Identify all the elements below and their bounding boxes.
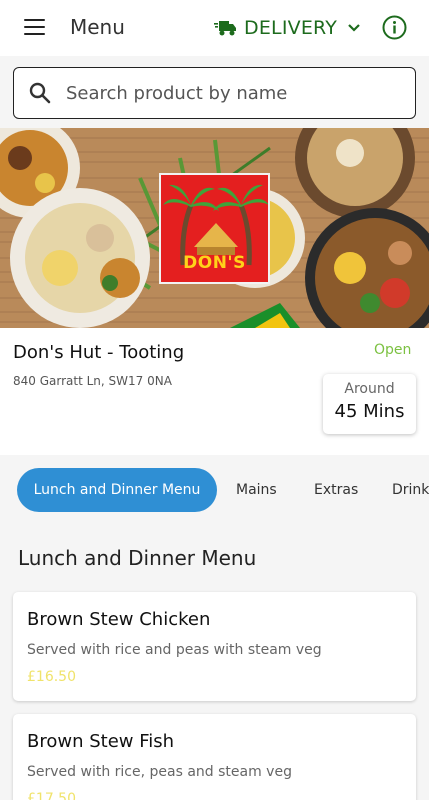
store-logo: DON'S [159, 173, 270, 284]
section-title: Lunch and Dinner Menu [18, 546, 257, 570]
tab-drinks[interactable]: Drinks [392, 468, 429, 512]
product-card[interactable]: Brown Stew Fish Served with rice, peas a… [13, 714, 416, 800]
search-icon [29, 82, 51, 104]
product-name: Brown Stew Fish [27, 731, 175, 752]
page-title: Menu [70, 15, 125, 39]
product-name: Brown Stew Chicken [27, 609, 211, 630]
delivery-mode-selector[interactable]: DELIVERY [214, 14, 361, 42]
search-bar [13, 67, 416, 119]
product-description: Served with rice and peas with steam veg [27, 642, 322, 658]
delivery-truck-icon [214, 21, 236, 36]
tab-mains[interactable]: Mains [236, 468, 277, 512]
category-tabs: Lunch and Dinner Menu Mains Extras Drink… [0, 466, 429, 514]
delivery-eta: Around 45 Mins [323, 374, 416, 434]
store-info-card: Don's Hut - Tooting Open 840 Garratt Ln,… [0, 328, 429, 455]
hamburger-icon[interactable] [24, 19, 45, 35]
store-name: Don's Hut - Tooting [13, 342, 185, 363]
store-status: Open [374, 342, 412, 358]
tab-extras[interactable]: Extras [314, 468, 358, 512]
info-icon[interactable] [382, 15, 407, 40]
store-address: 840 Garratt Ln, SW17 0NA [13, 374, 172, 388]
product-description: Served with rice, peas and steam veg [27, 764, 292, 780]
top-app-bar: Menu DELIVERY [0, 0, 429, 56]
eta-label: Around [344, 381, 395, 397]
logo-text: DON'S [183, 253, 246, 273]
search-input[interactable] [66, 68, 396, 118]
product-card[interactable]: Brown Stew Chicken Served with rice and … [13, 592, 416, 701]
chevron-down-icon [348, 24, 360, 32]
store-banner-image: DON'S [0, 128, 429, 328]
tab-lunch-and-dinner-menu[interactable]: Lunch and Dinner Menu [17, 468, 217, 512]
product-price: £16.50 [27, 669, 76, 685]
eta-value: 45 Mins [334, 401, 405, 422]
product-price: £17.50 [27, 791, 76, 800]
delivery-label: DELIVERY [244, 17, 338, 39]
